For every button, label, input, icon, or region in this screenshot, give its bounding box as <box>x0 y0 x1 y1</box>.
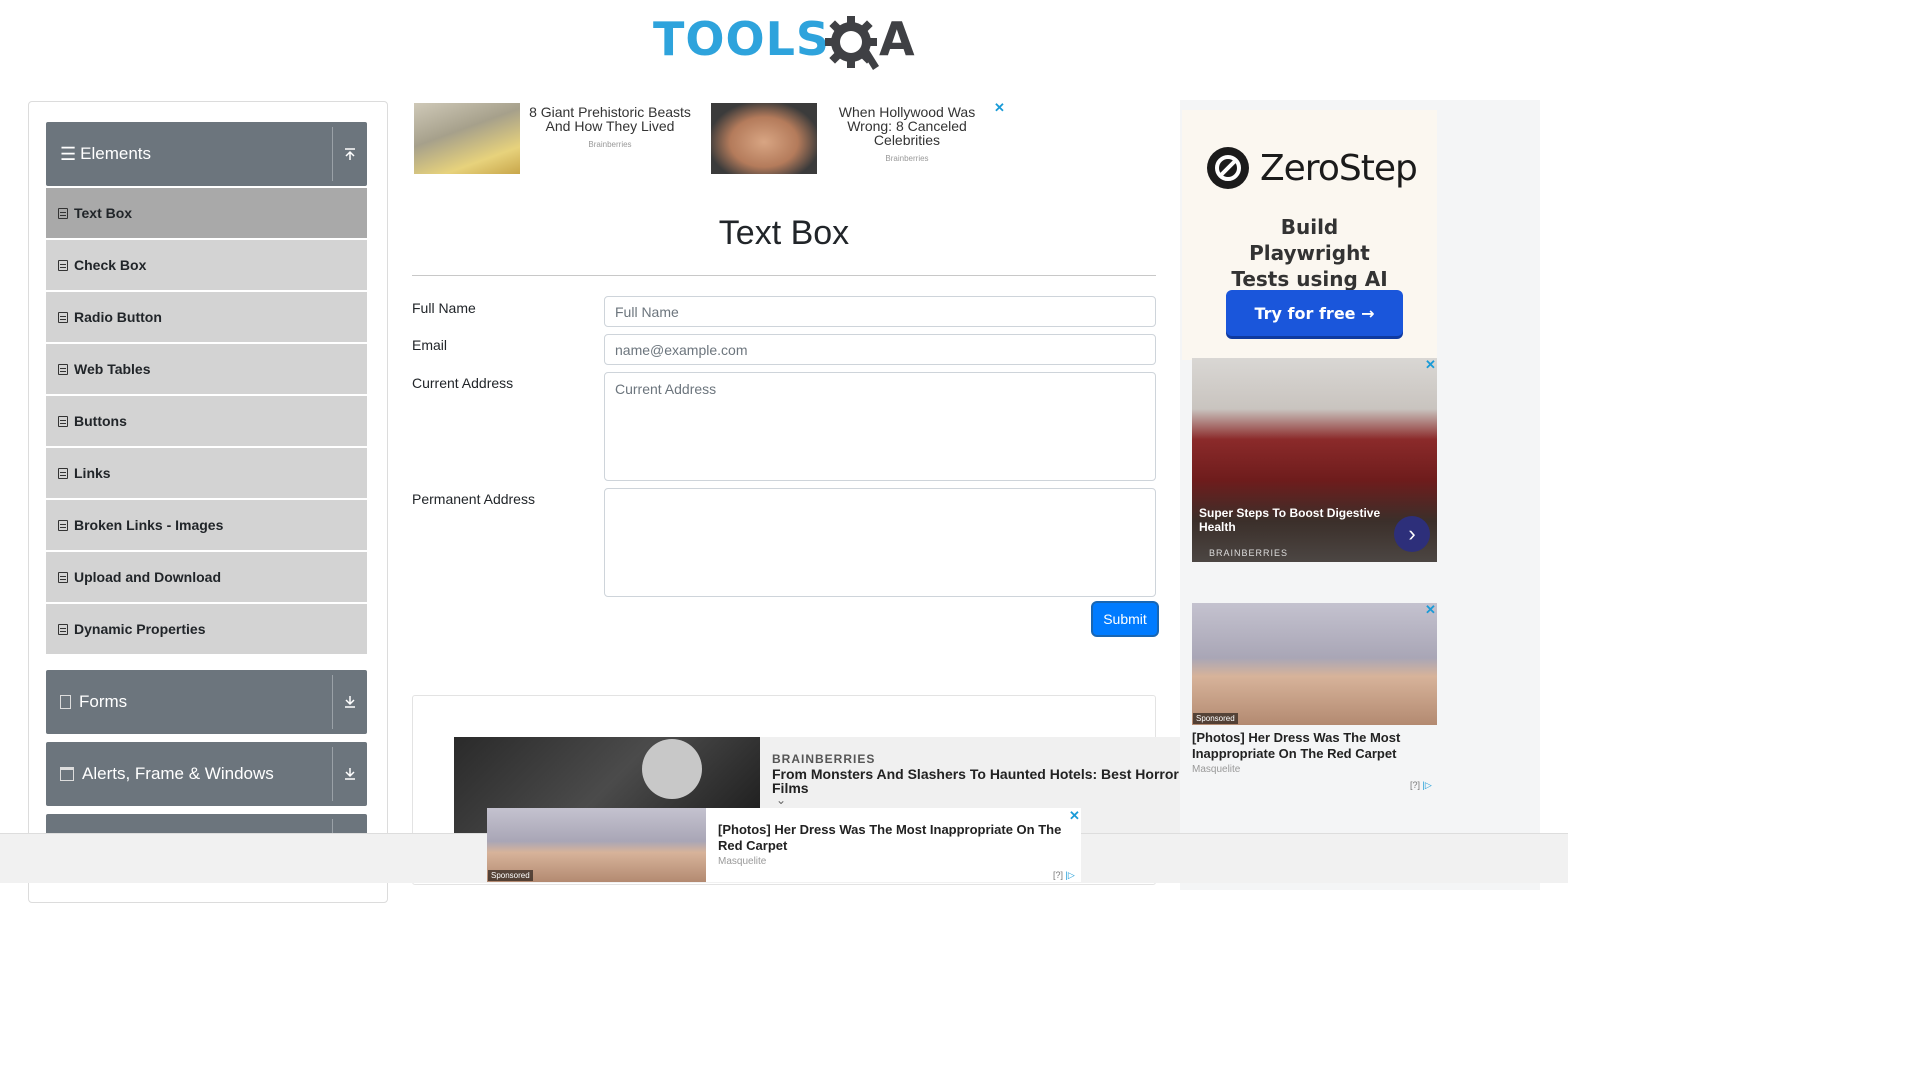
toolsqa-logo[interactable]: TOOLS A <box>653 8 923 78</box>
adchoices-icon[interactable]: [?] |▷ <box>1053 870 1075 881</box>
collapse-up-icon[interactable] <box>333 122 367 186</box>
sidebar-item-label: Broken Links - Images <box>74 517 224 533</box>
full-name-input[interactable] <box>604 296 1156 327</box>
group-elements[interactable]: ☰ Elements <box>46 122 367 186</box>
list-icon <box>58 207 68 219</box>
submit-button[interactable]: Submit <box>1093 603 1157 635</box>
current-address-label: Current Address <box>412 375 514 391</box>
sidebar-item-label: Text Box <box>74 205 133 221</box>
ad-brand: BRAINBERRIES <box>772 752 876 766</box>
sidebar-item-label: Upload and Download <box>74 569 221 585</box>
ad-caption: [Photos] Her Dress Was The Most Inapprop… <box>718 822 1062 853</box>
try-for-free-button[interactable]: Try for free → <box>1226 290 1403 336</box>
sidebar-item-links[interactable]: Links <box>46 448 367 498</box>
permanent-address-label: Permanent Address <box>412 491 535 507</box>
close-icon[interactable]: ✕ <box>1425 602 1436 618</box>
adchoices-icon[interactable]: [?] |▷ <box>1410 780 1432 791</box>
group-label: Elements <box>80 144 152 163</box>
dress-ad-image[interactable]: Sponsored <box>1192 603 1437 725</box>
email-label: Email <box>412 337 448 353</box>
group-alerts-frame-windows[interactable]: Alerts, Frame & Windows <box>46 742 367 806</box>
ad-source: Brainberries <box>885 154 929 163</box>
divider <box>412 275 1156 276</box>
sponsored-badge: Sponsored <box>488 870 533 881</box>
sidebar-item-text-box[interactable]: Text Box <box>46 188 367 238</box>
ad-image: Sponsored <box>487 808 706 882</box>
sidebar-item-label: Dynamic Properties <box>74 621 206 637</box>
sidebar-item-broken-links[interactable]: Broken Links - Images <box>46 500 367 550</box>
list-icon <box>58 415 68 427</box>
zerostep-tagline: Build Playwright Tests using AI <box>1231 215 1388 291</box>
ad-image <box>711 103 817 174</box>
ad-source: Brainberries <box>588 140 632 149</box>
adchoice-label: [?] <box>1410 780 1421 790</box>
logo-a: A <box>879 12 915 66</box>
logo-text: TOOLS <box>653 12 831 66</box>
sidebar-item-label: Radio Button <box>74 309 162 325</box>
digestive-health-ad[interactable]: Super Steps To Boost Digestive Health BR… <box>1192 358 1437 562</box>
ad-source: Masquelite <box>1192 764 1241 775</box>
list-icon <box>58 623 68 635</box>
hamburger-icon: ☰ <box>60 144 77 164</box>
close-icon[interactable]: ✕ <box>1069 808 1080 824</box>
list-icon <box>58 467 68 479</box>
adchoice-label: [?] <box>1053 870 1064 880</box>
ad-image <box>414 103 520 174</box>
ad-title: When Hollywood Was Wrong: 8 Canceled Cel… <box>838 104 976 148</box>
ad-source: Masquelite <box>718 856 767 867</box>
zerostep-name: ZeroStep <box>1260 147 1418 189</box>
sidebar-item-label: Web Tables <box>74 361 151 377</box>
chevron-right-icon[interactable]: › <box>1394 516 1430 552</box>
sidebar-item-label: Buttons <box>74 413 127 429</box>
list-icon <box>58 519 68 531</box>
gear-icon <box>825 16 879 70</box>
sidebar-item-radio-button[interactable]: Radio Button <box>46 292 367 342</box>
ad-prehistoric-beasts[interactable]: 8 Giant Prehistoric Beasts And How They … <box>414 103 704 178</box>
ad-caption: Super Steps To Boost Digestive Health <box>1199 506 1381 534</box>
email-input[interactable] <box>604 334 1156 365</box>
close-icon[interactable]: ✕ <box>994 100 1005 116</box>
current-address-textarea[interactable] <box>604 372 1156 481</box>
list-icon <box>58 571 68 583</box>
group-label: Forms <box>79 692 128 711</box>
ad-title: From Monsters And Slashers To Haunted Ho… <box>772 766 1179 796</box>
sidebar-item-upload-download[interactable]: Upload and Download <box>46 552 367 602</box>
group-label: Alerts, Frame & Windows <box>82 764 274 783</box>
list-icon <box>58 259 68 271</box>
permanent-address-textarea[interactable] <box>604 488 1156 597</box>
sidebar-item-label: Links <box>74 465 111 481</box>
zerostep-ad[interactable]: ZeroStep Build Playwright Tests using AI… <box>1182 110 1437 360</box>
expand-down-icon[interactable] <box>333 670 367 734</box>
list-icon <box>58 363 68 375</box>
group-forms[interactable]: Forms <box>46 670 367 734</box>
zerostep-logo-icon <box>1207 147 1249 189</box>
ad-source: BRAINBERRIES <box>1209 548 1289 558</box>
sidebar-item-dynamic-properties[interactable]: Dynamic Properties <box>46 604 367 654</box>
ad-title: 8 Giant Prehistoric Beasts And How They … <box>529 104 691 134</box>
chevron-down-icon[interactable]: ⌄ <box>776 793 786 807</box>
expand-down-icon[interactable] <box>333 742 367 806</box>
sticky-dress-ad[interactable]: Sponsored [Photos] Her Dress Was The Mos… <box>487 808 1081 882</box>
close-icon[interactable]: ✕ <box>1425 357 1436 373</box>
ad-hollywood-canceled[interactable]: When Hollywood Was Wrong: 8 Canceled Cel… <box>711 103 1001 178</box>
sponsored-badge: Sponsored <box>1193 713 1238 724</box>
window-icon <box>60 767 74 781</box>
form-icon <box>60 695 71 709</box>
list-icon <box>58 311 68 323</box>
sidebar-item-label: Check Box <box>74 257 147 273</box>
sidebar-item-web-tables[interactable]: Web Tables <box>46 344 367 394</box>
sidebar-item-check-box[interactable]: Check Box <box>46 240 367 290</box>
page-title: Text Box <box>718 214 850 252</box>
full-name-label: Full Name <box>412 300 476 316</box>
sidebar-item-buttons[interactable]: Buttons <box>46 396 367 446</box>
dress-ad-caption[interactable]: [Photos] Her Dress Was The Most Inapprop… <box>1192 730 1432 762</box>
